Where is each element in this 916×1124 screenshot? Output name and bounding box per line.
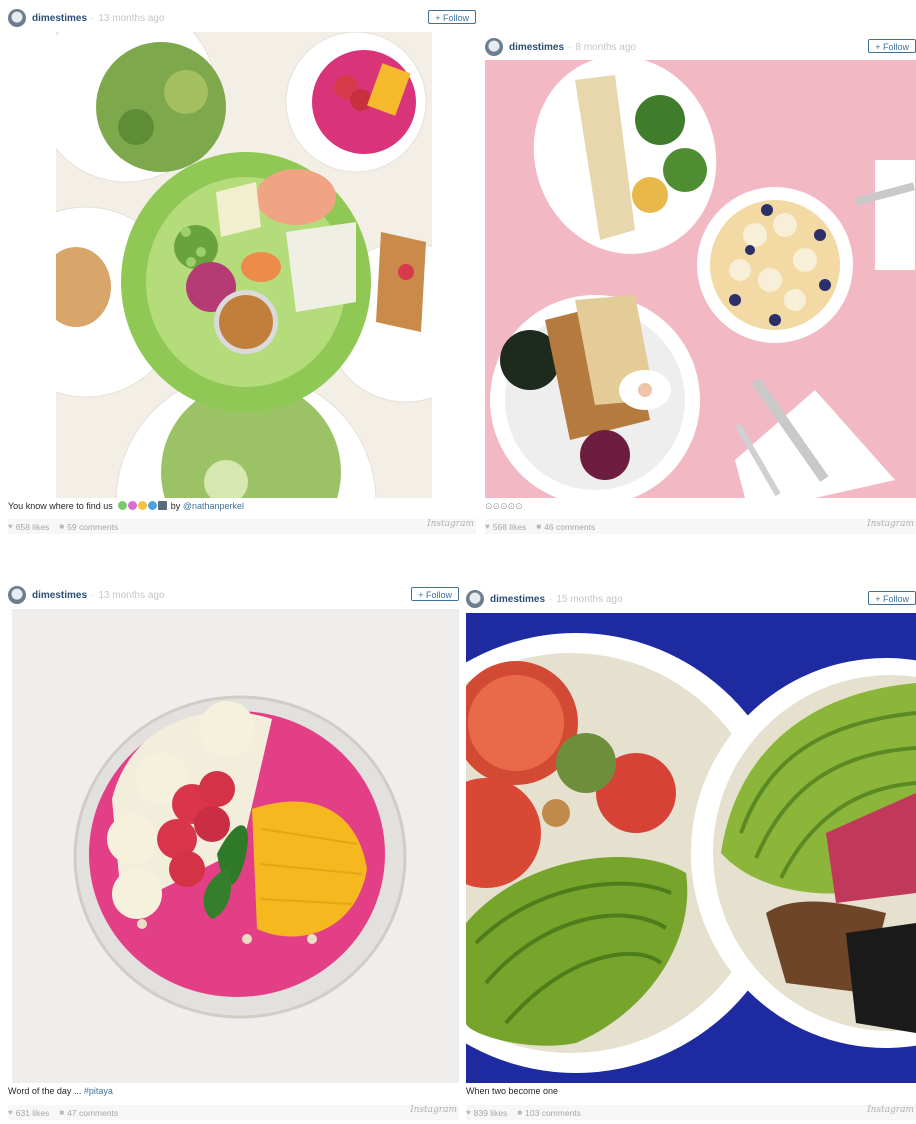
post-card-1: dimestimes · 13 months ago + Follow You … (8, 4, 476, 542)
likes-count[interactable]: ♥ 631 likes (8, 1108, 49, 1118)
caption-hashtag-link[interactable]: #pitaya (84, 1086, 113, 1096)
post-caption: When two become one (466, 1086, 916, 1098)
post-card-4: dimestimes · 15 months ago + Follow When… (466, 585, 916, 1124)
post-time[interactable]: 13 months ago (98, 590, 164, 601)
likes-count[interactable]: ♥ 568 likes (485, 522, 526, 532)
comment-bubble-icon: ■ (536, 522, 542, 531)
avatar[interactable] (485, 38, 503, 56)
post-time[interactable]: 15 months ago (556, 594, 622, 605)
post-photo[interactable] (12, 609, 459, 1083)
follow-button[interactable]: + Follow (868, 39, 916, 53)
heart-emoji-icon (138, 501, 148, 510)
post-photo[interactable] (466, 613, 916, 1083)
post-header: dimestimes · 15 months ago + Follow (466, 585, 916, 613)
pink-table-bowls-image (485, 60, 916, 498)
post-header: dimestimes · 13 months ago + Follow (8, 4, 476, 32)
pitaya-bowl-image (12, 609, 459, 1083)
follow-button[interactable]: + Follow (868, 591, 916, 605)
caption-by: by (170, 501, 181, 511)
post-stats: ♥ 631 likes ■ 47 comments Instagram (8, 1105, 459, 1120)
post-photo[interactable] (56, 32, 432, 498)
likes-count[interactable]: ♥ 839 likes (466, 1108, 507, 1118)
comments-count[interactable]: ■ 46 comments (536, 522, 595, 532)
username[interactable]: dimestimes (490, 594, 545, 605)
salad-spread-image (56, 32, 432, 498)
heart-icon: ♥ (485, 522, 490, 531)
comment-bubble-icon: ■ (59, 1108, 65, 1117)
comments-count[interactable]: ■ 59 comments (59, 522, 118, 532)
post-caption: Word of the day ... #pitaya (8, 1086, 459, 1098)
camera-emoji-icon (158, 501, 168, 510)
comment-bubble-icon: ■ (59, 522, 65, 531)
avatar[interactable] (8, 586, 26, 604)
post-caption: ⊙⊙⊙⊙⊙ (485, 501, 916, 513)
instagram-logo[interactable]: Instagram (427, 519, 474, 529)
comments-count[interactable]: ■ 47 comments (59, 1108, 118, 1118)
separator: · (549, 593, 553, 605)
heart-emoji-icon (118, 501, 128, 510)
post-photo[interactable] (485, 60, 916, 498)
post-header: dimestimes · 8 months ago + Follow (485, 33, 916, 61)
caption-text: When two become one (466, 1086, 559, 1096)
separator: · (91, 589, 95, 601)
post-stats: ♥ 568 likes ■ 46 comments Instagram (485, 519, 916, 534)
username[interactable]: dimestimes (509, 42, 564, 53)
avatar[interactable] (8, 9, 26, 27)
post-time[interactable]: 8 months ago (575, 42, 636, 53)
comment-bubble-icon: ■ (517, 1108, 523, 1117)
separator: · (91, 12, 95, 24)
heart-emoji-icon (148, 501, 158, 510)
caption-text: ⊙⊙⊙⊙⊙ (485, 501, 523, 511)
heart-icon: ♥ (8, 522, 13, 531)
post-card-3: dimestimes · 13 months ago + Follow Word… (8, 581, 459, 1124)
likes-count[interactable]: ♥ 658 likes (8, 522, 49, 532)
heart-icon: ♥ (466, 1108, 471, 1117)
post-card-2: dimestimes · 8 months ago + Follow ⊙⊙⊙⊙⊙… (485, 33, 916, 542)
caption-mention-link[interactable]: @nathanperkel (183, 501, 244, 511)
heart-icon: ♥ (8, 1108, 13, 1117)
post-stats: ♥ 658 likes ■ 59 comments Instagram (8, 519, 476, 534)
heart-emoji-icon (128, 501, 138, 510)
follow-button[interactable]: + Follow (411, 587, 459, 601)
caption-text: Word of the day ... (8, 1086, 82, 1096)
caption-text: You know where to find us (8, 501, 113, 511)
comments-count[interactable]: ■ 103 comments (517, 1108, 581, 1118)
username[interactable]: dimestimes (32, 13, 87, 24)
username[interactable]: dimestimes (32, 590, 87, 601)
post-header: dimestimes · 13 months ago + Follow (8, 581, 459, 609)
avocado-bowls-image (466, 613, 916, 1083)
avatar[interactable] (466, 590, 484, 608)
separator: · (568, 41, 572, 53)
instagram-logo[interactable]: Instagram (410, 1105, 457, 1115)
instagram-logo[interactable]: Instagram (867, 519, 914, 529)
post-time[interactable]: 13 months ago (98, 13, 164, 24)
post-caption: You know where to find us by @nathanperk… (8, 501, 476, 513)
post-stats: ♥ 839 likes ■ 103 comments Instagram (466, 1105, 916, 1120)
instagram-logo[interactable]: Instagram (867, 1105, 914, 1115)
follow-button[interactable]: + Follow (428, 10, 476, 24)
